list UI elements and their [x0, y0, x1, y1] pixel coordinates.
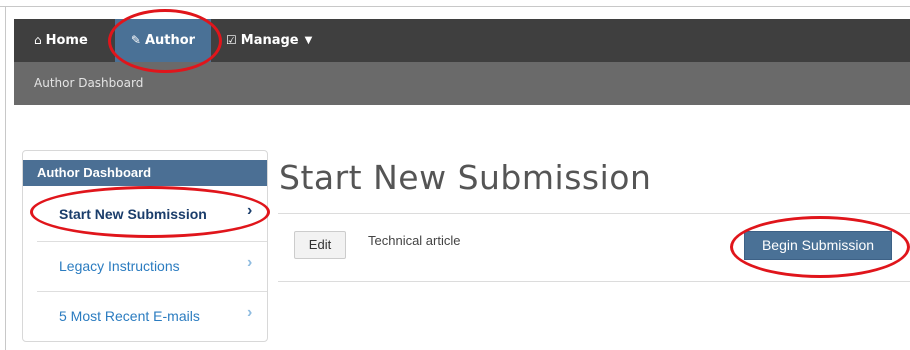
pencil-icon: ✎ — [130, 33, 141, 47]
nav-author[interactable]: ✎ Author — [115, 19, 211, 62]
nav-manage-label: Manage — [240, 33, 299, 48]
nav-author-label: Author — [144, 33, 196, 48]
divider — [278, 281, 910, 282]
frame-top-line — [0, 6, 910, 7]
chevron-right-icon: › — [247, 304, 253, 321]
sidebar-item-legacy-instructions[interactable]: Legacy Instructions › — [37, 241, 267, 292]
chevron-right-icon: › — [247, 202, 253, 219]
nav-home-label: Home — [45, 33, 88, 48]
nav-home[interactable]: ⌂ Home — [34, 19, 88, 62]
sidebar-item-label: 5 Most Recent E-mails — [59, 308, 200, 324]
sidebar-panel: Author Dashboard Start New Submission › … — [22, 150, 268, 342]
begin-submission-button[interactable]: Begin Submission — [744, 231, 892, 260]
checkbox-icon: ☑ — [226, 33, 237, 47]
sidebar-item-start-new-submission[interactable]: Start New Submission › — [37, 190, 267, 240]
sidebar-item-recent-emails[interactable]: 5 Most Recent E-mails › — [37, 291, 267, 342]
article-type-label: Technical article — [368, 233, 461, 248]
page-title: Start New Submission — [279, 158, 652, 197]
home-icon: ⌂ — [34, 33, 42, 47]
caret-down-icon: ▼ — [304, 35, 313, 46]
sidebar-item-label: Start New Submission — [59, 206, 207, 222]
chevron-right-icon: › — [247, 254, 253, 271]
sub-navbar: Author Dashboard — [14, 62, 910, 105]
divider — [278, 213, 910, 214]
sidebar-item-label: Legacy Instructions — [59, 258, 180, 274]
frame-left-line — [5, 6, 6, 350]
top-navbar: ⌂ Home ✎ Author ☑ Manage ▼ — [14, 19, 910, 62]
subnav-author-dashboard[interactable]: Author Dashboard — [34, 76, 143, 90]
nav-manage[interactable]: ☑ Manage ▼ — [226, 19, 312, 62]
sidebar-header: Author Dashboard — [23, 160, 267, 186]
edit-button[interactable]: Edit — [294, 231, 346, 259]
